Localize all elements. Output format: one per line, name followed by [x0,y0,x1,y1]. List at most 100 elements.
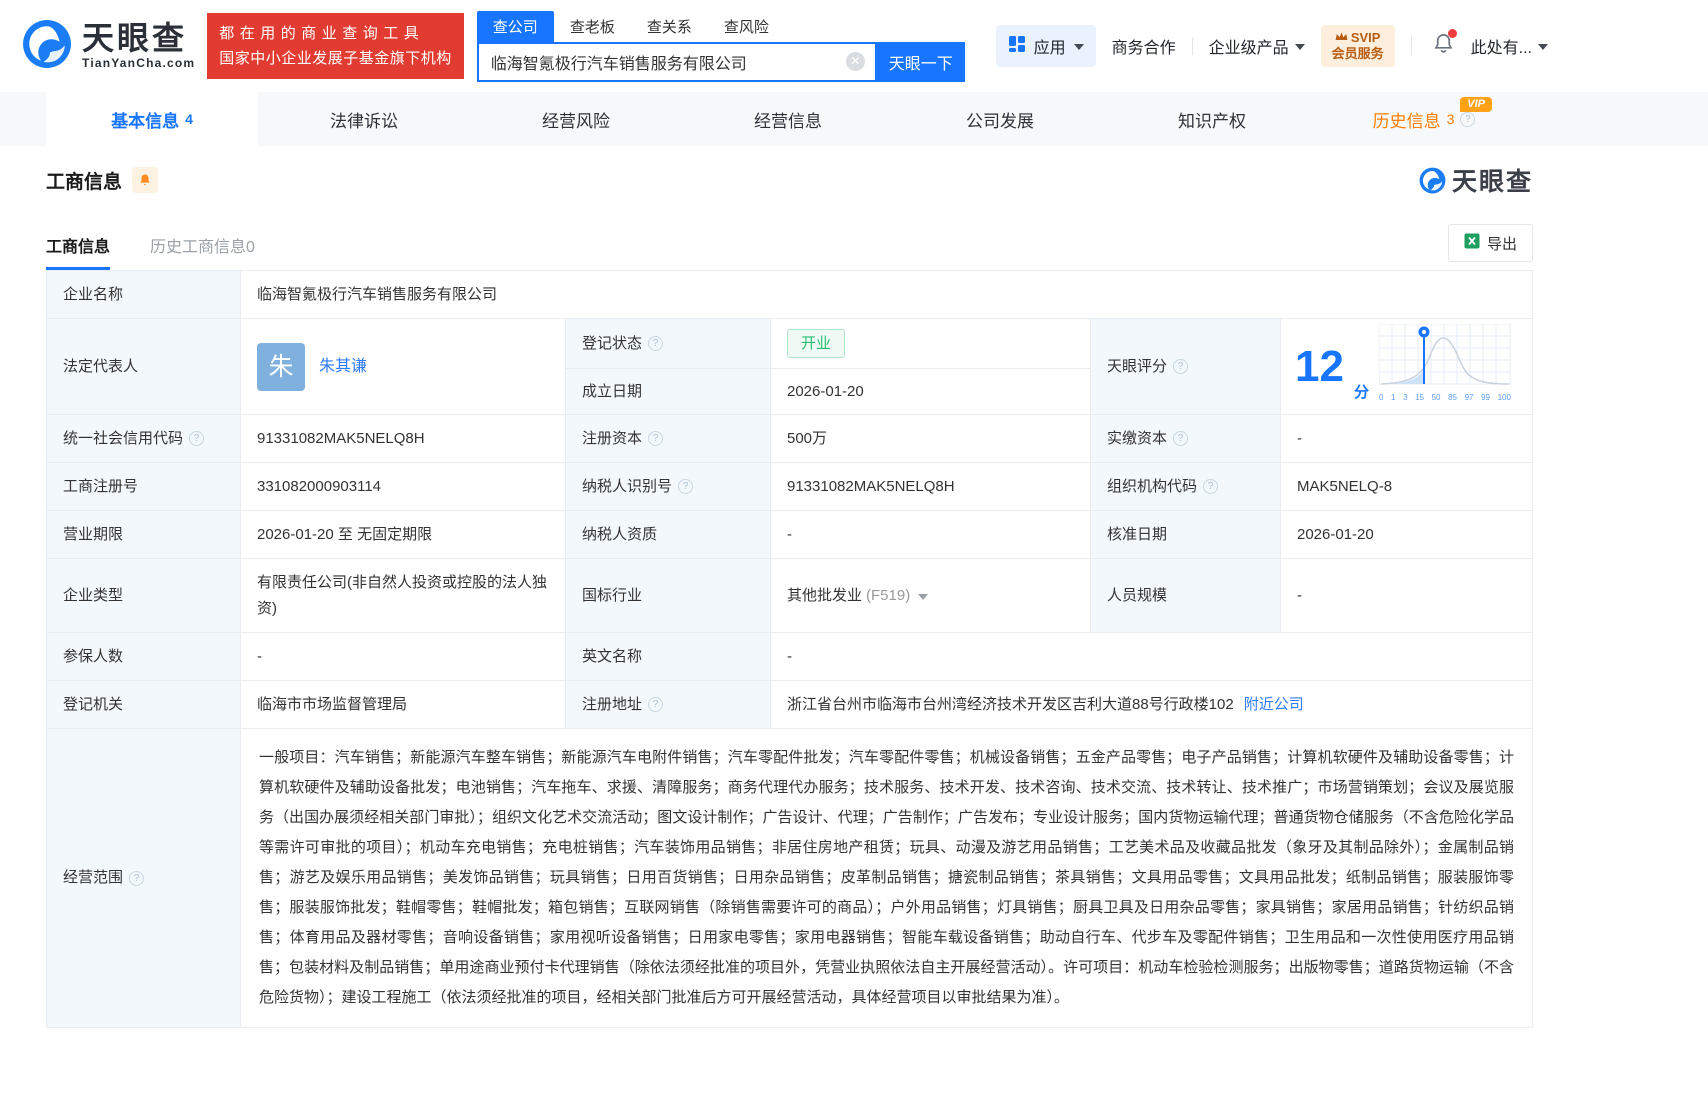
user-menu[interactable]: 此处有... [1471,34,1548,58]
tianyancha-logo[interactable]: 天眼查 TianYanCha.com [22,19,195,74]
legal-rep-cell: 朱 朱其谦 [241,319,566,414]
tab-history-info[interactable]: VIP 历史信息 3 ? [1318,92,1530,146]
establish-date-label: 成立日期 [566,369,771,414]
help-icon[interactable]: ? [1173,431,1189,446]
tab-operating-info[interactable]: 经营信息 [682,92,894,146]
industry-expand-icon[interactable] [918,594,929,600]
apps-grid-icon [1008,35,1026,58]
divider [1410,37,1412,55]
search-tab-boss[interactable]: 查老板 [554,11,631,42]
vip-badge: VIP [1460,97,1492,112]
clear-search-icon[interactable]: ✕ [845,52,865,71]
export-button[interactable]: 导出 [1448,224,1533,262]
svip-member-service[interactable]: SVIP 会员服务 [1320,25,1395,67]
apps-label: 应用 [1033,40,1066,57]
address-value: 浙江省台州市临海市台州湾经济技术开发区吉利大道88号行政楼102 [787,695,1234,713]
tianyancha-watermark-icon [1419,167,1446,193]
subtab-business-info[interactable]: 工商信息 [46,233,111,270]
business-term-value: 2026-01-20 至 无固定期限 [241,511,566,558]
legal-rep-label: 法定代表人 [47,319,241,414]
org-code-label: 组织机构代码 ? [1091,463,1281,510]
user-menu-label: 此处有... [1470,40,1532,57]
chevron-down-icon [1538,44,1548,50]
notification-dot [1447,29,1457,38]
table-row: 参保人数 - 英文名称 - [47,633,1532,681]
slogan-line1: 都在用的商业查询工具 [219,25,425,42]
search-type-tabs: 查公司 查老板 查关系 查风险 [476,10,965,42]
industry-label: 国标行业 [566,559,771,632]
address-cell: 浙江省台州市临海市台州湾经济技术开发区吉利大道88号行政楼102 附近公司 [771,681,1532,728]
industry-value-cell: 其他批发业 (F519) [771,559,1091,632]
search-input[interactable] [478,52,846,71]
reg-authority-label: 登记机关 [47,681,241,728]
section-title: 工商信息 [46,171,123,193]
top-header: 天眼查 TianYanCha.com 都在用的商业查询工具 国家中小企业发展子基… [0,0,1708,92]
help-icon[interactable]: ? [189,431,205,446]
table-row: 法定代表人 朱 朱其谦 登记状态 ? 开业 成立日期 2026-01-20 天眼… [47,319,1532,415]
approval-date-value: 2026-01-20 [1297,525,1374,543]
company-name-value: 临海智氪极行汽车销售服务有限公司 [257,285,498,303]
reg-number-label: 工商注册号 [47,463,241,510]
table-row: 登记机关 临海市市场监督管理局 注册地址 ? 浙江省台州市临海市台州湾经济技术开… [47,681,1532,729]
nav-business-cooperation[interactable]: 商务合作 [1112,34,1176,58]
tab-basic-info-label: 基本信息 [111,111,180,131]
paid-capital-value: - [1297,429,1302,447]
staff-size-label: 人员规模 [1091,559,1281,632]
address-label: 注册地址 ? [566,681,771,728]
slogan-line2: 国家中小企业发展子基金旗下机构 [219,50,452,67]
score-cell: 12 分 0 1 3 15 50 85 97 99 100 [1281,319,1534,414]
search-button[interactable]: 天眼一下 [876,41,965,82]
chevron-down-icon [1294,44,1305,50]
svip-label: SVIP [1350,30,1381,45]
staff-size-value: - [1297,586,1302,604]
nav-enterprise-products[interactable]: 企业级产品 [1209,34,1305,58]
search-tab-risk[interactable]: 查风险 [708,11,785,42]
tab-company-development[interactable]: 公司发展 [894,92,1106,146]
taxpayer-quality-label: 纳税人资质 [566,511,771,558]
english-name-value: - [787,647,792,665]
score-value: 12 [1295,341,1344,391]
tab-operating-risk[interactable]: 经营风险 [470,92,682,146]
help-icon[interactable]: ? [129,870,145,886]
org-code-value: MAK5NELQ-8 [1297,477,1393,495]
crown-icon [1335,30,1348,46]
reg-status-label: 登记状态 ? [566,319,771,368]
help-icon[interactable]: ? [648,431,664,446]
tab-legal-proceedings[interactable]: 法律诉讼 [258,92,470,146]
table-row: 企业类型 有限责任公司(非自然人投资或控股的法人独资) 国标行业 其他批发业 (… [47,559,1532,633]
notification-bell[interactable] [1432,29,1457,60]
tab-intellectual-property[interactable]: 知识产权 [1106,92,1318,146]
table-row: 经营范围 ? 一般项目：汽车销售；新能源汽车整车销售；新能源汽车电附件销售；汽车… [47,729,1532,1027]
legal-rep-avatar[interactable]: 朱 [257,342,305,391]
help-icon[interactable]: ? [678,479,694,494]
table-row: 企业名称 临海智氪极行汽车销售服务有限公司 [47,271,1532,319]
business-info-table: 企业名称 临海智氪极行汽车销售服务有限公司 法定代表人 朱 朱其谦 登记状态 ?… [46,270,1533,1028]
subscribe-bell-button[interactable] [132,167,159,193]
search-tab-company[interactable]: 查公司 [476,10,554,42]
tianyancha-logo-icon [22,19,72,74]
help-icon[interactable]: ? [1203,479,1219,494]
industry-code: (F519) [866,586,911,604]
credit-code-value: 91331082MAK5NELQ8H [241,415,566,462]
company-name-label: 企业名称 [47,271,241,318]
nearby-companies-link[interactable]: 附近公司 [1244,694,1304,716]
score-distribution-chart: 0 1 3 15 50 85 97 99 100 [1378,324,1511,409]
search-tab-relation[interactable]: 查关系 [631,11,708,42]
tab-history-info-count: 3 [1446,111,1455,127]
apps-menu[interactable]: 应用 [995,25,1096,67]
subtab-history-business-info[interactable]: 历史工商信息0 [150,233,255,270]
insured-count-value: - [241,633,566,680]
industry-value: 其他批发业 [787,586,863,604]
approval-date-label: 核准日期 [1091,511,1281,558]
help-icon[interactable]: ? [648,697,664,712]
legal-rep-name-link[interactable]: 朱其谦 [319,356,367,378]
tab-history-info-label: 历史信息 [1372,111,1441,131]
help-icon[interactable]: ? [1460,111,1476,127]
help-icon[interactable]: ? [648,336,664,351]
reg-authority-value: 临海市市场监督管理局 [241,681,566,728]
tab-basic-info[interactable]: 基本信息 4 [46,92,258,146]
search-input-wrap: ✕ [476,41,877,82]
score-label: 天眼评分 ? [1091,319,1281,414]
reg-number-value: 331082000903114 [241,463,566,510]
help-icon[interactable]: ? [1173,359,1189,374]
